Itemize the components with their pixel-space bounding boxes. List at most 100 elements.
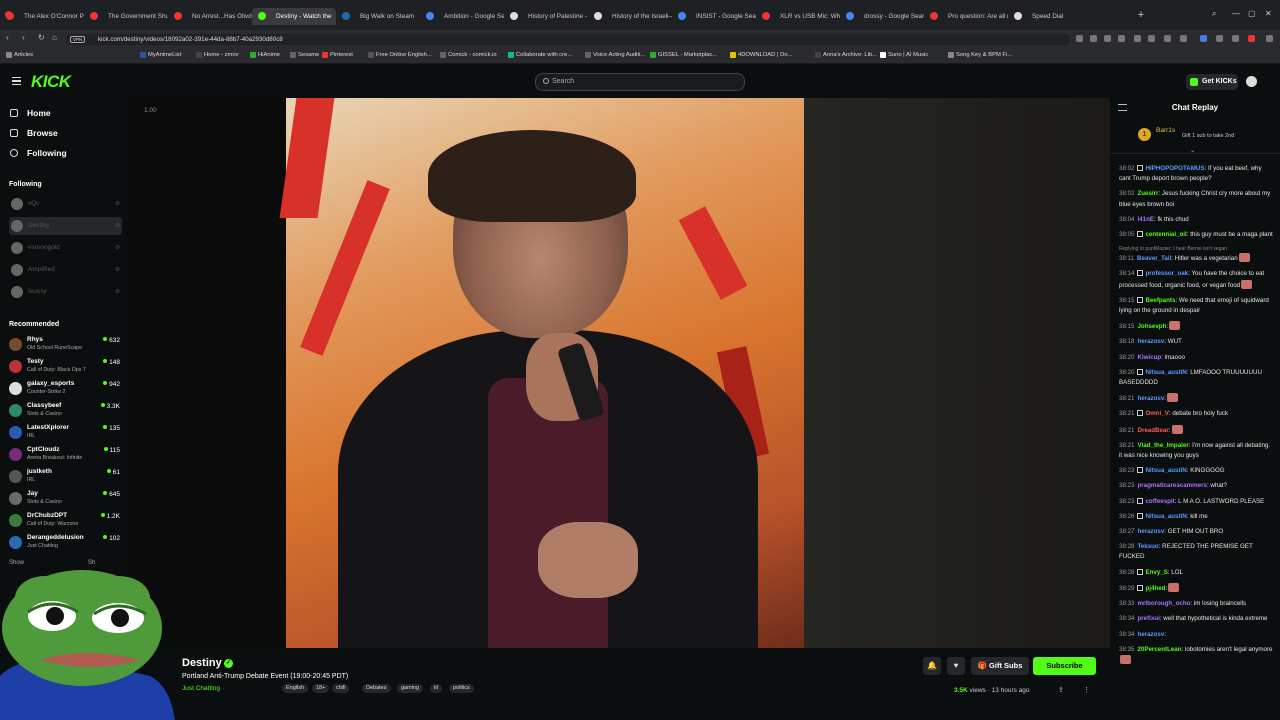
download-icon[interactable] xyxy=(1148,35,1155,42)
bookmark-item[interactable]: Sesame xyxy=(290,52,319,58)
bookmark-item[interactable]: Pinterest xyxy=(322,52,353,58)
chat-username[interactable]: Nitsua_austiN xyxy=(1145,467,1186,474)
following-channel[interactable]: Destiny ⊘ xyxy=(9,217,122,235)
stream-tag[interactable]: 18+ xyxy=(312,684,330,693)
sidebar-home[interactable]: Home xyxy=(10,108,51,118)
extension-icon[interactable] xyxy=(1200,35,1207,42)
bookmark-item[interactable]: Comick - comick.io xyxy=(440,52,497,58)
chat-username[interactable]: prefixui xyxy=(1137,615,1159,622)
chat-username[interactable]: professor_oak xyxy=(1145,270,1188,277)
chat-username[interactable]: herazosv xyxy=(1137,338,1164,345)
recommended-channel[interactable]: DrChubzDPT Call of Duty: Warzone 1.2K xyxy=(9,511,122,531)
notification-bell-button[interactable]: 🔔 xyxy=(923,657,941,675)
chat-username[interactable]: Johsevph xyxy=(1137,323,1166,330)
stream-category[interactable]: Just Chatting xyxy=(182,685,220,692)
recommended-channel[interactable]: Classybeef Slots & Casino 3.3K xyxy=(9,401,122,421)
chat-username[interactable]: Nitsua_austiN xyxy=(1145,369,1186,376)
stream-tag[interactable]: politics xyxy=(449,684,474,693)
extension-icon[interactable] xyxy=(1118,35,1125,42)
more-options-icon[interactable]: ⋮ xyxy=(1083,686,1090,694)
bookmark-item[interactable]: Articles xyxy=(6,52,33,58)
back-icon[interactable]: ‹ xyxy=(6,33,9,42)
bookmark-item[interactable]: GISSEL - Marketplac... xyxy=(650,52,717,58)
recommended-channel[interactable]: Derangeddelusion Just Chatting 102 xyxy=(9,533,122,553)
chat-username[interactable]: herazosv xyxy=(1137,395,1164,402)
bookmark-item[interactable]: MyAnimeList xyxy=(140,52,181,58)
browser-tab[interactable]: Big Walk on Steam xyxy=(336,8,420,25)
follow-heart-button[interactable]: ♥ xyxy=(947,657,965,675)
following-channel[interactable]: Amplified ⊘ xyxy=(9,261,122,279)
chat-username[interactable]: Beefpants xyxy=(1145,297,1175,304)
expand-pinned-icon[interactable]: ⌄ xyxy=(1190,147,1195,154)
get-kicks-button[interactable]: Get KICKs xyxy=(1186,74,1238,90)
vpn-badge[interactable]: VPN xyxy=(70,36,86,43)
following-channel[interactable]: esmongold ⊘ xyxy=(9,239,122,257)
stream-tag[interactable]: English xyxy=(282,684,309,693)
chat-username[interactable]: mrlborough_ocho xyxy=(1137,600,1190,607)
browser-tab[interactable]: History of Palestine - Wik xyxy=(504,8,588,25)
chat-username[interactable]: centennial_oil xyxy=(1145,231,1186,238)
extension-icon[interactable] xyxy=(1134,35,1141,42)
chat-username[interactable]: coffeespit xyxy=(1145,498,1174,505)
recommended-channel[interactable]: Jay Slots & Casino 645 xyxy=(9,489,122,509)
browser-tab[interactable]: The Alex O'Connor Podca xyxy=(0,8,84,25)
extension-icon[interactable] xyxy=(1266,35,1273,42)
browser-tab[interactable]: History of the Israeli–Pale xyxy=(588,8,672,25)
extension-icon[interactable] xyxy=(1076,35,1083,42)
extension-icon[interactable] xyxy=(1216,35,1223,42)
minimize-button[interactable]: — xyxy=(1232,9,1240,18)
browser-tab[interactable]: drossy - Google Search xyxy=(840,8,924,25)
bookmark-item[interactable]: Home - zmov xyxy=(196,52,238,58)
recommended-channel[interactable]: LatestXplorer IRL 135 xyxy=(9,423,122,443)
stream-tag[interactable]: Debates xyxy=(362,684,391,693)
reload-icon[interactable]: ↻ xyxy=(38,33,45,42)
browser-tab[interactable]: No Arrest...Has Olivd Bee xyxy=(168,8,252,25)
following-channel[interactable]: xQc ⊘ xyxy=(9,195,122,213)
browser-tab[interactable]: XLR vs USB Mic: Which Sh xyxy=(756,8,840,25)
chat-username[interactable]: Teksuo xyxy=(1137,543,1158,550)
following-channel[interactable]: feussy ⊘ xyxy=(9,283,122,301)
chat-username[interactable]: pj4hed xyxy=(1145,585,1165,592)
user-avatar[interactable] xyxy=(1246,76,1257,87)
pinned-user[interactable]: Barr1s xyxy=(1156,127,1175,134)
recommended-channel[interactable]: CptCloudz Arena Breakout: Infinite 115 xyxy=(9,445,122,465)
bookmark-item[interactable]: 4DOWNLOAD | Do... xyxy=(730,52,792,58)
new-tab-button[interactable]: + xyxy=(1136,10,1146,21)
kick-logo[interactable]: KICK xyxy=(31,72,71,92)
sidebar-following[interactable]: Following xyxy=(10,148,67,158)
extension-icon[interactable] xyxy=(1180,35,1187,42)
channel-name[interactable]: Destiny xyxy=(182,657,222,669)
gift-subs-button[interactable]: 🎁 Gift Subs xyxy=(971,657,1029,675)
bookmark-item[interactable]: Anna's Archive: Lib... xyxy=(815,52,877,58)
chat-username[interactable]: HIPHOPOPOTAMUS xyxy=(1145,165,1204,172)
extension-icon[interactable] xyxy=(1104,35,1111,42)
chat-username[interactable]: 20PercentLean xyxy=(1137,646,1181,653)
browser-tab[interactable]: Ambition - Google Search xyxy=(420,8,504,25)
chat-username[interactable]: DreadBear xyxy=(1137,427,1168,434)
tab-search-icon[interactable]: ⌕ xyxy=(1212,9,1216,19)
chat-username[interactable]: Vlad_the_Impaler xyxy=(1137,442,1188,449)
bookmark-item[interactable]: Free Online English... xyxy=(368,52,432,58)
extension-icon[interactable] xyxy=(1248,35,1255,42)
subscribe-button[interactable]: Subscribe xyxy=(1033,657,1096,675)
extension-icon[interactable] xyxy=(1232,35,1239,42)
home-icon[interactable]: ⌂ xyxy=(52,33,57,42)
close-window-button[interactable]: ✕ xyxy=(1265,9,1272,18)
chat-username[interactable]: pragmaticarescammers xyxy=(1137,482,1206,489)
browser-tab[interactable]: INSIST - Google Search xyxy=(672,8,756,25)
share-icon[interactable]: ⇪ xyxy=(1058,686,1064,694)
search-input[interactable]: Search xyxy=(535,73,745,91)
url-field[interactable]: VPN kick.com/destiny/videos/18092a02-391… xyxy=(66,34,1070,45)
chat-username[interactable]: Nitsua_austiN xyxy=(1145,513,1186,520)
chat-username[interactable]: l41nE xyxy=(1137,216,1154,223)
recommended-channel[interactable]: Rhys Old School RuneScape 632 xyxy=(9,335,122,355)
menu-icon[interactable] xyxy=(12,77,21,85)
bookmark-item[interactable]: Suno | AI Music xyxy=(880,52,928,58)
video-player[interactable]: 1.00 xyxy=(128,98,1110,648)
chat-username[interactable]: Envy_S xyxy=(1145,569,1167,576)
forward-icon[interactable]: › xyxy=(22,33,25,42)
stream-tag[interactable]: gaming xyxy=(397,684,424,693)
chat-username[interactable]: herazosv xyxy=(1137,528,1164,535)
chat-username[interactable]: Zuesirr xyxy=(1137,190,1158,197)
browser-tab[interactable]: Destiny - Watch the xyxy=(252,8,336,25)
